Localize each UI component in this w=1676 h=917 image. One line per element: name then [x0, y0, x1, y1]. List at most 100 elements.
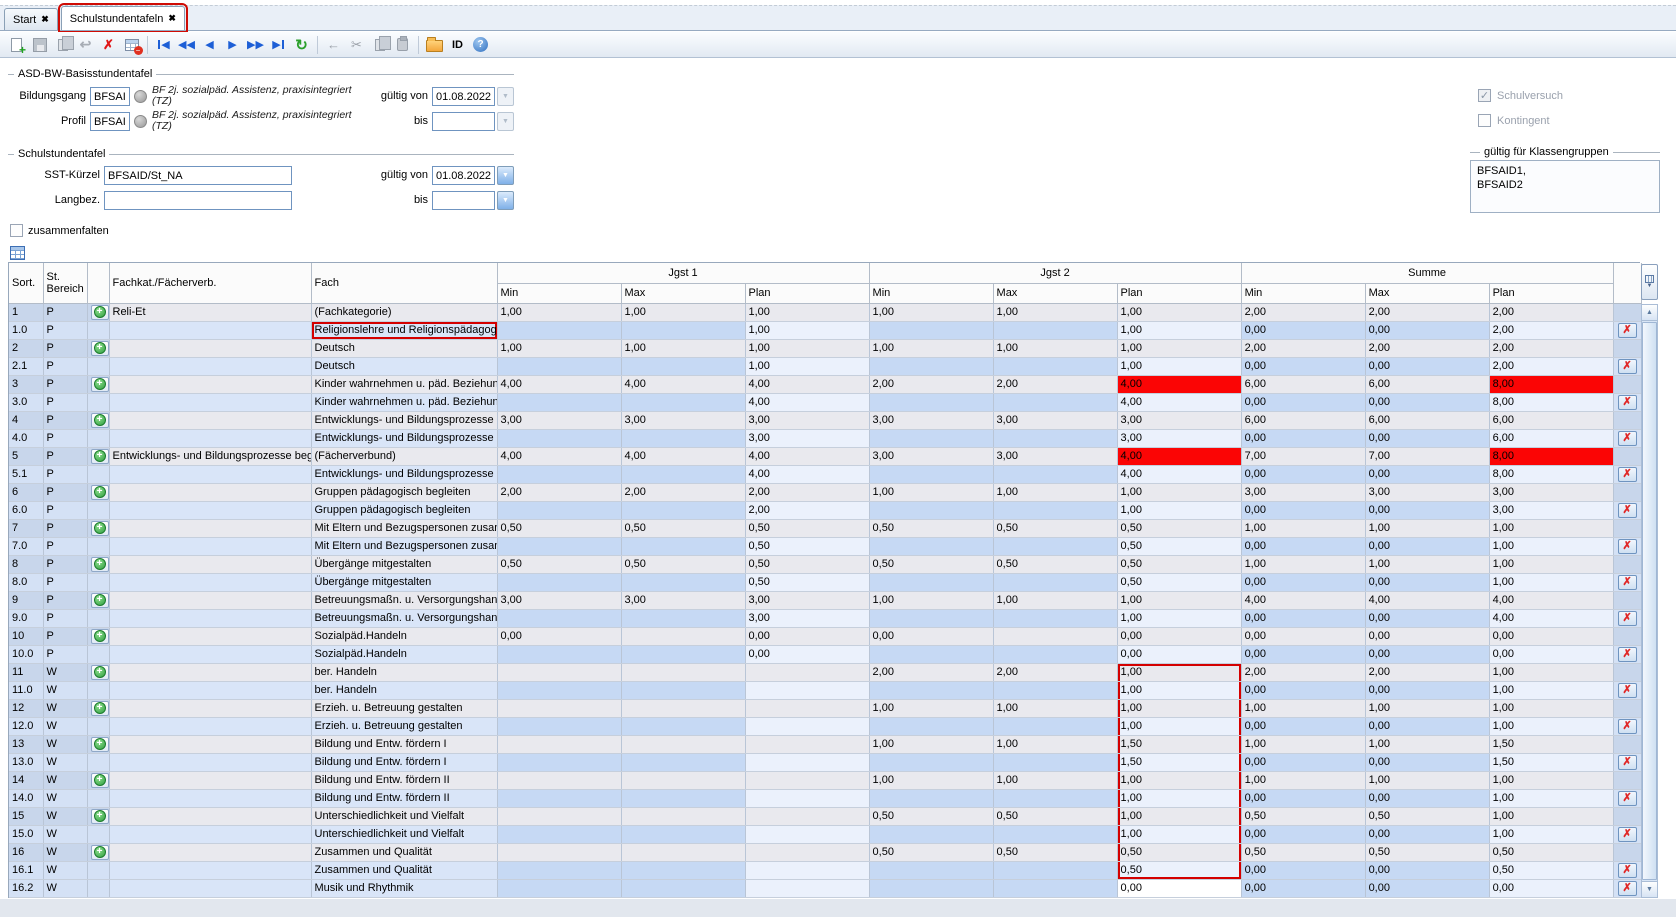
- cell-fach[interactable]: (Fächerverbund): [311, 447, 497, 465]
- cell-jgst1-min[interactable]: [497, 537, 621, 555]
- cell-fachkat[interactable]: [109, 627, 311, 645]
- cell-jgst1-plan[interactable]: [745, 699, 869, 717]
- cell-summe-plan[interactable]: 1,00: [1489, 681, 1613, 699]
- cell-jgst2-plan[interactable]: 3,00: [1117, 411, 1241, 429]
- cell-bereich[interactable]: P: [43, 393, 87, 411]
- cell-jgst1-min[interactable]: [497, 357, 621, 375]
- cell-jgst1-max[interactable]: 3,00: [621, 591, 745, 609]
- cell-jgst2-min[interactable]: [869, 825, 993, 843]
- cell-summe-max[interactable]: 0,00: [1365, 465, 1489, 483]
- delete-row-button[interactable]: ✗: [1618, 467, 1637, 482]
- expand-row-button[interactable]: [91, 485, 109, 500]
- cell-jgst1-min[interactable]: [497, 663, 621, 681]
- cell-jgst2-min[interactable]: 1,00: [869, 303, 993, 321]
- cell-fach[interactable]: Mit Eltern und Bezugspersonen zusamme...: [311, 519, 497, 537]
- cell-jgst2-min[interactable]: 2,00: [869, 663, 993, 681]
- delete-row-button[interactable]: ✗: [1618, 575, 1637, 590]
- cell-summe-plan[interactable]: 1,00: [1489, 825, 1613, 843]
- cell-jgst2-min[interactable]: 3,00: [869, 411, 993, 429]
- cell-jgst2-max[interactable]: 1,00: [993, 339, 1117, 357]
- cell-summe-min[interactable]: 1,00: [1241, 699, 1365, 717]
- cell-summe-min[interactable]: 0,00: [1241, 465, 1365, 483]
- cell-jgst1-max[interactable]: [621, 573, 745, 591]
- cell-jgst1-plan[interactable]: 1,00: [745, 357, 869, 375]
- cell-fach[interactable]: ber. Handeln: [311, 681, 497, 699]
- cell-summe-max[interactable]: 1,00: [1365, 735, 1489, 753]
- cell-bereich[interactable]: P: [43, 465, 87, 483]
- cell-fachkat[interactable]: [109, 717, 311, 735]
- cell-fach[interactable]: Bildung und Entw. fördern I: [311, 753, 497, 771]
- cell-jgst1-max[interactable]: 0,50: [621, 519, 745, 537]
- expand-row-button[interactable]: [91, 773, 109, 788]
- cell-summe-min[interactable]: 0,00: [1241, 681, 1365, 699]
- help-button[interactable]: [469, 34, 492, 56]
- cell-fachkat[interactable]: [109, 771, 311, 789]
- cell-jgst2-plan[interactable]: 0,50: [1117, 861, 1241, 879]
- cell-summe-plan[interactable]: 6,00: [1489, 429, 1613, 447]
- cell-bereich[interactable]: P: [43, 411, 87, 429]
- cell-sort[interactable]: 11.0: [9, 681, 43, 699]
- back-arrow-button[interactable]: ←: [322, 34, 345, 56]
- sst-gueltig-von-field[interactable]: [432, 166, 495, 185]
- col-subheader[interactable]: Min: [869, 283, 993, 303]
- expand-row-button[interactable]: [91, 377, 109, 392]
- id-toggle-button[interactable]: ID: [446, 34, 469, 56]
- cell-fach[interactable]: Sozialpäd.Handeln: [311, 627, 497, 645]
- cell-summe-max[interactable]: 6,00: [1365, 411, 1489, 429]
- cell-summe-max[interactable]: 0,00: [1365, 753, 1489, 771]
- cell-summe-max[interactable]: 0,50: [1365, 807, 1489, 825]
- cell-summe-plan[interactable]: 3,00: [1489, 483, 1613, 501]
- cell-summe-plan[interactable]: 1,00: [1489, 555, 1613, 573]
- cell-fach[interactable]: Entwicklungs- und Bildungsprozesse begl.…: [311, 411, 497, 429]
- tab-schulstundentafeln[interactable]: Schulstundentafeln: [61, 6, 185, 30]
- delete-row-button[interactable]: ✗: [1618, 503, 1637, 518]
- cell-fachkat[interactable]: [109, 429, 311, 447]
- cell-summe-max[interactable]: 4,00: [1365, 591, 1489, 609]
- cell-bereich[interactable]: W: [43, 753, 87, 771]
- cell-summe-min[interactable]: 6,00: [1241, 375, 1365, 393]
- cell-fach[interactable]: Erzieh. u. Betreuung gestalten: [311, 717, 497, 735]
- cell-summe-min[interactable]: 2,00: [1241, 339, 1365, 357]
- cell-jgst1-plan[interactable]: 0,50: [745, 519, 869, 537]
- cell-jgst1-min[interactable]: [497, 807, 621, 825]
- col-header-bereich[interactable]: St. Bereich: [43, 263, 87, 303]
- cell-jgst1-max[interactable]: [621, 681, 745, 699]
- expand-row-button[interactable]: [91, 629, 109, 644]
- cell-summe-max[interactable]: 0,00: [1365, 357, 1489, 375]
- cell-jgst2-min[interactable]: 1,00: [869, 483, 993, 501]
- schulversuch-checkbox[interactable]: [1478, 89, 1491, 102]
- cell-jgst1-min[interactable]: [497, 393, 621, 411]
- col-group-header[interactable]: Summe: [1241, 263, 1613, 283]
- cell-bereich[interactable]: P: [43, 357, 87, 375]
- cell-fachkat[interactable]: [109, 753, 311, 771]
- cell-jgst1-min[interactable]: 0,50: [497, 555, 621, 573]
- cell-jgst1-max[interactable]: [621, 825, 745, 843]
- cell-jgst1-plan[interactable]: 4,00: [745, 393, 869, 411]
- cell-jgst2-min[interactable]: [869, 861, 993, 879]
- cell-jgst2-max[interactable]: 3,00: [993, 411, 1117, 429]
- cell-jgst1-plan[interactable]: 0,00: [745, 645, 869, 663]
- table-mini-icon[interactable]: [10, 246, 25, 260]
- cell-jgst1-max[interactable]: [621, 357, 745, 375]
- cell-summe-min[interactable]: 0,00: [1241, 609, 1365, 627]
- cell-jgst1-plan[interactable]: 1,00: [745, 339, 869, 357]
- cell-summe-min[interactable]: 0,00: [1241, 501, 1365, 519]
- cell-jgst2-plan[interactable]: 0,00: [1117, 645, 1241, 663]
- col-header-fachkat[interactable]: Fachkat./Fächerverb.: [109, 263, 311, 303]
- expand-row-button[interactable]: [91, 413, 109, 428]
- cell-summe-min[interactable]: 0,00: [1241, 789, 1365, 807]
- cell-summe-plan[interactable]: 1,00: [1489, 789, 1613, 807]
- cell-summe-plan[interactable]: 8,00: [1489, 375, 1613, 393]
- cell-jgst1-min[interactable]: [497, 735, 621, 753]
- cell-sort[interactable]: 6.0: [9, 501, 43, 519]
- cell-jgst1-min[interactable]: 3,00: [497, 411, 621, 429]
- cell-summe-plan[interactable]: 1,00: [1489, 537, 1613, 555]
- cell-jgst2-min[interactable]: [869, 393, 993, 411]
- col-subheader[interactable]: Min: [1241, 283, 1365, 303]
- cell-bereich[interactable]: W: [43, 771, 87, 789]
- cell-sort[interactable]: 6: [9, 483, 43, 501]
- cell-fach[interactable]: Kinder wahrnehmen u. päd. Beziehungen ..…: [311, 375, 497, 393]
- cut-button[interactable]: ✂: [345, 34, 368, 56]
- cell-bereich[interactable]: W: [43, 699, 87, 717]
- cell-jgst2-plan[interactable]: 1,00: [1117, 699, 1241, 717]
